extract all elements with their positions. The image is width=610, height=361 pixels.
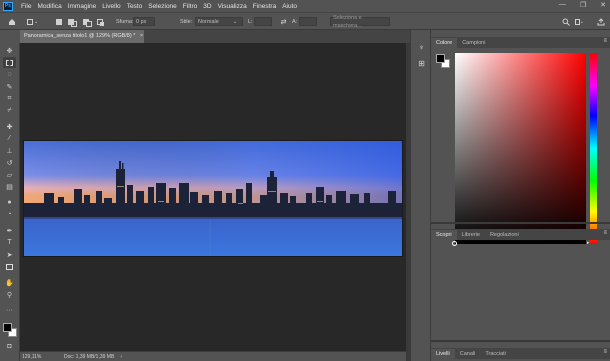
healing-icon[interactable]: ✚: [3, 121, 16, 132]
search-icon[interactable]: [561, 17, 570, 26]
menu-filtro[interactable]: Filtro: [183, 3, 197, 10]
tab-campioni[interactable]: Campioni: [457, 38, 490, 48]
zoom-level[interactable]: 129,11%: [22, 354, 56, 360]
menu-file[interactable]: File: [21, 3, 31, 10]
tools-panel: ✥ ◌ ✎ ⌗ ⌿ ✚ ⁄ ⊥ ↺ ▱ ▤ ● ◔ ✒ T ➤ ✋ ⚲ ··· …: [0, 43, 20, 361]
feather-input[interactable]: 0 px: [133, 17, 155, 26]
menu-finestra[interactable]: Finestra: [253, 3, 276, 10]
document-tab[interactable]: Panoramica_senza titolo1 @ 129% (RGB/8) …: [20, 30, 144, 43]
menu-immagine[interactable]: Immagine: [68, 3, 97, 10]
color-picker-field[interactable]: [455, 53, 586, 244]
menu-visualizza[interactable]: Visualizza: [218, 3, 247, 10]
rectangle-icon[interactable]: [3, 261, 16, 272]
panel-menu-icon[interactable]: ≡: [603, 349, 607, 355]
quick-mask-icon[interactable]: ◘: [3, 341, 16, 352]
zoom-icon[interactable]: ⚲: [3, 289, 16, 300]
color-panel-foreground[interactable]: [436, 54, 445, 63]
crop-icon[interactable]: ⌗: [3, 93, 16, 104]
move-icon[interactable]: ✥: [3, 45, 16, 56]
menu-testo[interactable]: Testo: [127, 3, 143, 10]
document-tabs: Panoramica_senza titolo1 @ 129% (RGB/8) …: [20, 30, 410, 43]
history-icon[interactable]: ♆: [416, 42, 427, 53]
photoshop-logo: Ps: [3, 1, 13, 11]
eraser-icon[interactable]: ▱: [3, 169, 16, 180]
swap-icon[interactable]: ⇄: [279, 17, 288, 26]
brush-icon[interactable]: ⁄: [3, 133, 16, 144]
menu-livello[interactable]: Livello: [102, 3, 120, 10]
workspace-icon[interactable]: ⌄: [575, 17, 584, 26]
tab-librerie[interactable]: Librerie: [457, 230, 485, 240]
height-label: A:: [292, 19, 298, 25]
color-picker-cursor[interactable]: [452, 241, 457, 246]
tab-regolazioni[interactable]: Regolazioni: [485, 230, 524, 240]
menu-bar: Ps File Modifica Immagine Livello Testo …: [0, 0, 610, 12]
type-icon[interactable]: T: [3, 237, 16, 248]
menu-selezione[interactable]: Selezione: [148, 3, 177, 10]
restore-button[interactable]: ❐: [580, 1, 586, 9]
pen-icon[interactable]: ✒: [3, 225, 16, 236]
chevron-down-icon: ⌄: [232, 18, 238, 25]
close-tab-icon[interactable]: ×: [140, 33, 143, 39]
tab-livelli[interactable]: Livelli: [431, 349, 455, 359]
menu-3d[interactable]: 3D: [203, 3, 211, 10]
hue-slider[interactable]: [590, 53, 597, 244]
status-menu-arrow[interactable]: ›: [120, 354, 122, 360]
panorama-image[interactable]: [23, 140, 403, 257]
width-input[interactable]: [254, 17, 272, 26]
quick-select-icon[interactable]: ✎: [3, 81, 16, 92]
hue-slider-handle[interactable]: ▸: [587, 240, 590, 246]
tab-colore[interactable]: Colore: [431, 38, 458, 48]
properties-icon[interactable]: ⊞: [416, 58, 427, 69]
status-bar: 129,11% Doc: 1,39 MB/1,39 MB ›: [20, 351, 406, 361]
tab-scopri[interactable]: Scopri: [431, 230, 457, 240]
learn-panel-header: Scopri Librerie Regolazioni ≡: [431, 229, 610, 240]
panel-divider: [431, 340, 610, 342]
height-input[interactable]: [299, 17, 317, 26]
menu-aiuto[interactable]: Aiuto: [282, 3, 297, 10]
collapsed-panels-strip: ♆ ⊞: [410, 30, 431, 361]
marquee-icon[interactable]: [3, 57, 16, 68]
color-panel-header: Colore Campioni ≡: [431, 37, 610, 48]
minimize-button[interactable]: —: [559, 1, 566, 9]
tab-tracciati[interactable]: Tracciati: [480, 349, 511, 359]
right-panels: Colore Campioni ≡ ▸ Scopri Librerie Rego…: [431, 30, 610, 361]
layers-panel-header: Livelli Canali Tracciati ≡: [431, 348, 610, 359]
intersect-selection-icon[interactable]: [97, 17, 104, 27]
style-select[interactable]: Normale ⌄: [195, 17, 243, 26]
lasso-icon[interactable]: ◌: [3, 69, 16, 80]
dodge-icon[interactable]: ◔: [3, 209, 16, 220]
options-bar: ⌄ Sfuma: 0 px Stile: Normale ⌄ L: ⇄ A: S…: [0, 12, 610, 30]
panel-divider: [431, 222, 610, 224]
hand-icon[interactable]: ✋: [3, 277, 16, 288]
tab-canali[interactable]: Canali: [455, 349, 481, 359]
feather-label: Sfuma:: [116, 19, 134, 25]
menu-modifica[interactable]: Modifica: [37, 3, 61, 10]
foreground-swatch[interactable]: [3, 323, 12, 332]
doc-size: Doc: 1,39 MB/1,39 MB: [64, 353, 115, 360]
gradient-icon[interactable]: ▤: [3, 181, 16, 192]
path-select-icon[interactable]: ➤: [3, 249, 16, 260]
home-icon[interactable]: [7, 17, 16, 26]
eyedropper-icon[interactable]: ⌿: [3, 105, 16, 116]
style-select-value: Normale: [198, 18, 219, 25]
panel-menu-icon[interactable]: ≡: [603, 38, 607, 44]
panel-menu-icon[interactable]: ≡: [603, 230, 607, 236]
stamp-icon[interactable]: ⊥: [3, 145, 16, 156]
more-icon[interactable]: ···: [3, 305, 16, 316]
style-label: Stile:: [180, 19, 193, 25]
document-tab-title: Panoramica_senza titolo1 @ 129% (RGB/8) …: [24, 33, 136, 39]
share-icon[interactable]: [596, 17, 605, 26]
add-selection-icon[interactable]: [68, 17, 77, 27]
width-label: L:: [248, 19, 253, 25]
blur-icon[interactable]: ●: [3, 197, 16, 208]
color-swatches[interactable]: [3, 323, 17, 337]
subtract-selection-icon[interactable]: [83, 17, 92, 27]
history-brush-icon[interactable]: ↺: [3, 157, 16, 168]
marquee-preset-icon[interactable]: ⌄: [27, 17, 38, 27]
select-and-mask-button[interactable]: Seleziona e maschera...: [330, 15, 390, 29]
close-window-button[interactable]: ✕: [600, 1, 606, 9]
new-selection-icon[interactable]: [56, 17, 62, 27]
